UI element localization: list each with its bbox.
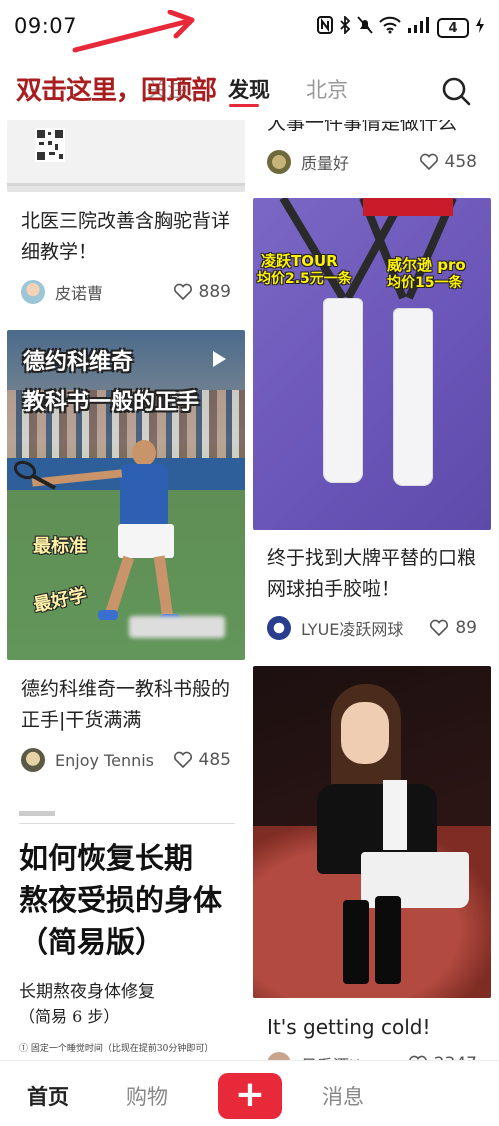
tab-discover[interactable]: 发现 <box>228 74 270 104</box>
feed-card-posture[interactable]: 北医三院改善含胸驼背详细教学！ 皮诺曹 889 <box>7 120 245 320</box>
feed-card-getting-cold[interactable]: It's getting cold! 日系酒K 2347 <box>253 666 491 1060</box>
like-count: 485 <box>198 750 231 770</box>
portrait-figure <box>313 684 469 984</box>
avatar[interactable] <box>21 280 45 304</box>
grip-right <box>393 308 433 486</box>
wifi-icon <box>379 16 401 41</box>
card-image-grip-tape: 凌跃TOUR 均价2.5元一条 威尔逊 pro 均价15一条 <box>253 198 491 530</box>
card-title: 德约科维奇一教科书般的正手|干货满满 <box>21 678 231 731</box>
card-author[interactable]: 日系酒K <box>301 1052 360 1060</box>
avatar[interactable] <box>267 150 291 174</box>
overlay-label-1: 最标准 <box>33 536 87 557</box>
doc-subheading-1: 长期熬夜身体修复 <box>19 982 155 1002</box>
feed-card-quality[interactable]: 大事一件事情是做什么 质量好 458 <box>253 120 491 190</box>
card-author[interactable]: Enjoy Tennis <box>55 751 154 770</box>
discover-feed: 北医三院改善含胸驼背详细教学！ 皮诺曹 889 德约科维奇 教科书一般的正手 最… <box>0 120 499 1060</box>
avatar[interactable] <box>267 1052 291 1060</box>
nfc-icon <box>317 15 333 41</box>
nav-message[interactable]: 消息 <box>322 1081 364 1111</box>
heart-icon <box>173 751 192 769</box>
like-count: 458 <box>444 152 477 172</box>
status-icons: 4 <box>317 14 485 41</box>
avatar[interactable] <box>21 748 45 772</box>
bluetooth-icon <box>339 14 351 41</box>
like-count: 889 <box>198 282 231 302</box>
card-image-recovery: 如何恢复长期 熬夜受损的身体 （简易版） 长期熬夜身体修复 （简易 6 步） ①… <box>7 785 245 1060</box>
card-image-portrait <box>253 666 491 998</box>
mute-icon <box>357 15 373 41</box>
overlay-label-4: 均价15一条 <box>387 275 463 291</box>
doc-body-line: ① 固定一个睡觉时间（比现在提前30分钟即可） <box>19 1044 214 1054</box>
nav-shop[interactable]: 购物 <box>126 1081 168 1111</box>
card-author[interactable]: 质量好 <box>301 150 349 174</box>
player-figure <box>31 440 180 630</box>
overlay-title-2: 教科书一般的正手 <box>23 390 200 415</box>
red-arrow-annotation <box>72 10 195 53</box>
doc-heading-2: 熬夜受损的身体 <box>19 883 223 917</box>
avatar[interactable] <box>267 616 291 640</box>
overlay-label-2: 均价2.5元一条 <box>257 271 352 287</box>
blurred-watermark <box>129 616 225 638</box>
overlay-title-1: 德约科维奇 <box>23 350 134 375</box>
bottom-nav: 首页 购物 + 消息 <box>0 1060 499 1126</box>
video-play-icon <box>213 351 226 367</box>
qr-code-image <box>35 128 65 162</box>
feed-card-grip-tape[interactable]: 凌跃TOUR 均价2.5元一条 威尔逊 pro 均价15一条 终于找到大牌平替的… <box>253 198 491 652</box>
status-bar: 09:07 4 <box>0 0 499 58</box>
publish-button[interactable]: + <box>218 1073 282 1119</box>
card-meta: 日系酒K 2347 <box>267 1052 477 1060</box>
doc-subheading-2: （简易 6 步） <box>19 1007 120 1026</box>
signal-icon <box>407 16 431 41</box>
card-meta: LYUE凌跃网球 89 <box>267 616 477 640</box>
doc-heading-3: （简易版） <box>19 925 165 959</box>
card-meta: 皮诺曹 889 <box>21 280 231 304</box>
search-icon[interactable] <box>441 76 471 106</box>
like-button[interactable]: 89 <box>429 618 477 638</box>
card-title: 北医三院改善含胸驼背详细教学！ <box>21 210 231 263</box>
heart-icon <box>173 283 192 301</box>
feed-card-recovery[interactable]: 如何恢复长期 熬夜受损的身体 （简易版） 长期熬夜身体修复 （简易 6 步） ①… <box>7 785 245 1060</box>
card-title-fragment: 大事一件事情是做什么 <box>267 120 458 134</box>
doc-heading-1: 如何恢复长期 <box>19 841 194 875</box>
racket-image <box>13 460 56 490</box>
double-tap-hint-annotation[interactable]: 双击这里，回顶部 <box>16 70 217 107</box>
battery-icon: 4 <box>437 18 469 38</box>
heart-icon <box>419 153 438 171</box>
active-tab-indicator <box>229 104 259 107</box>
card-image-posture <box>7 120 245 192</box>
tab-beijing[interactable]: 北京 <box>306 74 348 104</box>
card-meta: Enjoy Tennis 485 <box>21 748 231 772</box>
grip-left <box>323 298 363 483</box>
like-button[interactable]: 485 <box>173 750 231 770</box>
like-count: 89 <box>455 618 477 638</box>
top-tab-bar: 关注 发现 北京 双击这里，回顶部 <box>0 62 499 120</box>
like-button[interactable]: 889 <box>173 282 231 302</box>
card-title: 终于找到大牌平替的口粮网球拍手胶啦！ <box>267 547 477 600</box>
card-author[interactable]: LYUE凌跃网球 <box>301 616 403 640</box>
charging-icon <box>475 16 485 41</box>
card-author[interactable]: 皮诺曹 <box>55 280 103 304</box>
card-image-djokovic: 德约科维奇 教科书一般的正手 最标准 最好学 <box>7 330 245 660</box>
heart-icon <box>430 619 449 637</box>
overlay-label-2: 最好学 <box>31 584 89 617</box>
nav-home[interactable]: 首页 <box>27 1081 69 1111</box>
card-title: It's getting cold! <box>267 1015 431 1039</box>
status-time: 09:07 <box>14 14 78 38</box>
card-meta: 质量好 458 <box>267 150 477 174</box>
feed-card-djokovic[interactable]: 德约科维奇 教科书一般的正手 最标准 最好学 德约科维奇一教科书般的正手|干货满… <box>7 330 245 772</box>
like-button[interactable]: 458 <box>419 152 477 172</box>
